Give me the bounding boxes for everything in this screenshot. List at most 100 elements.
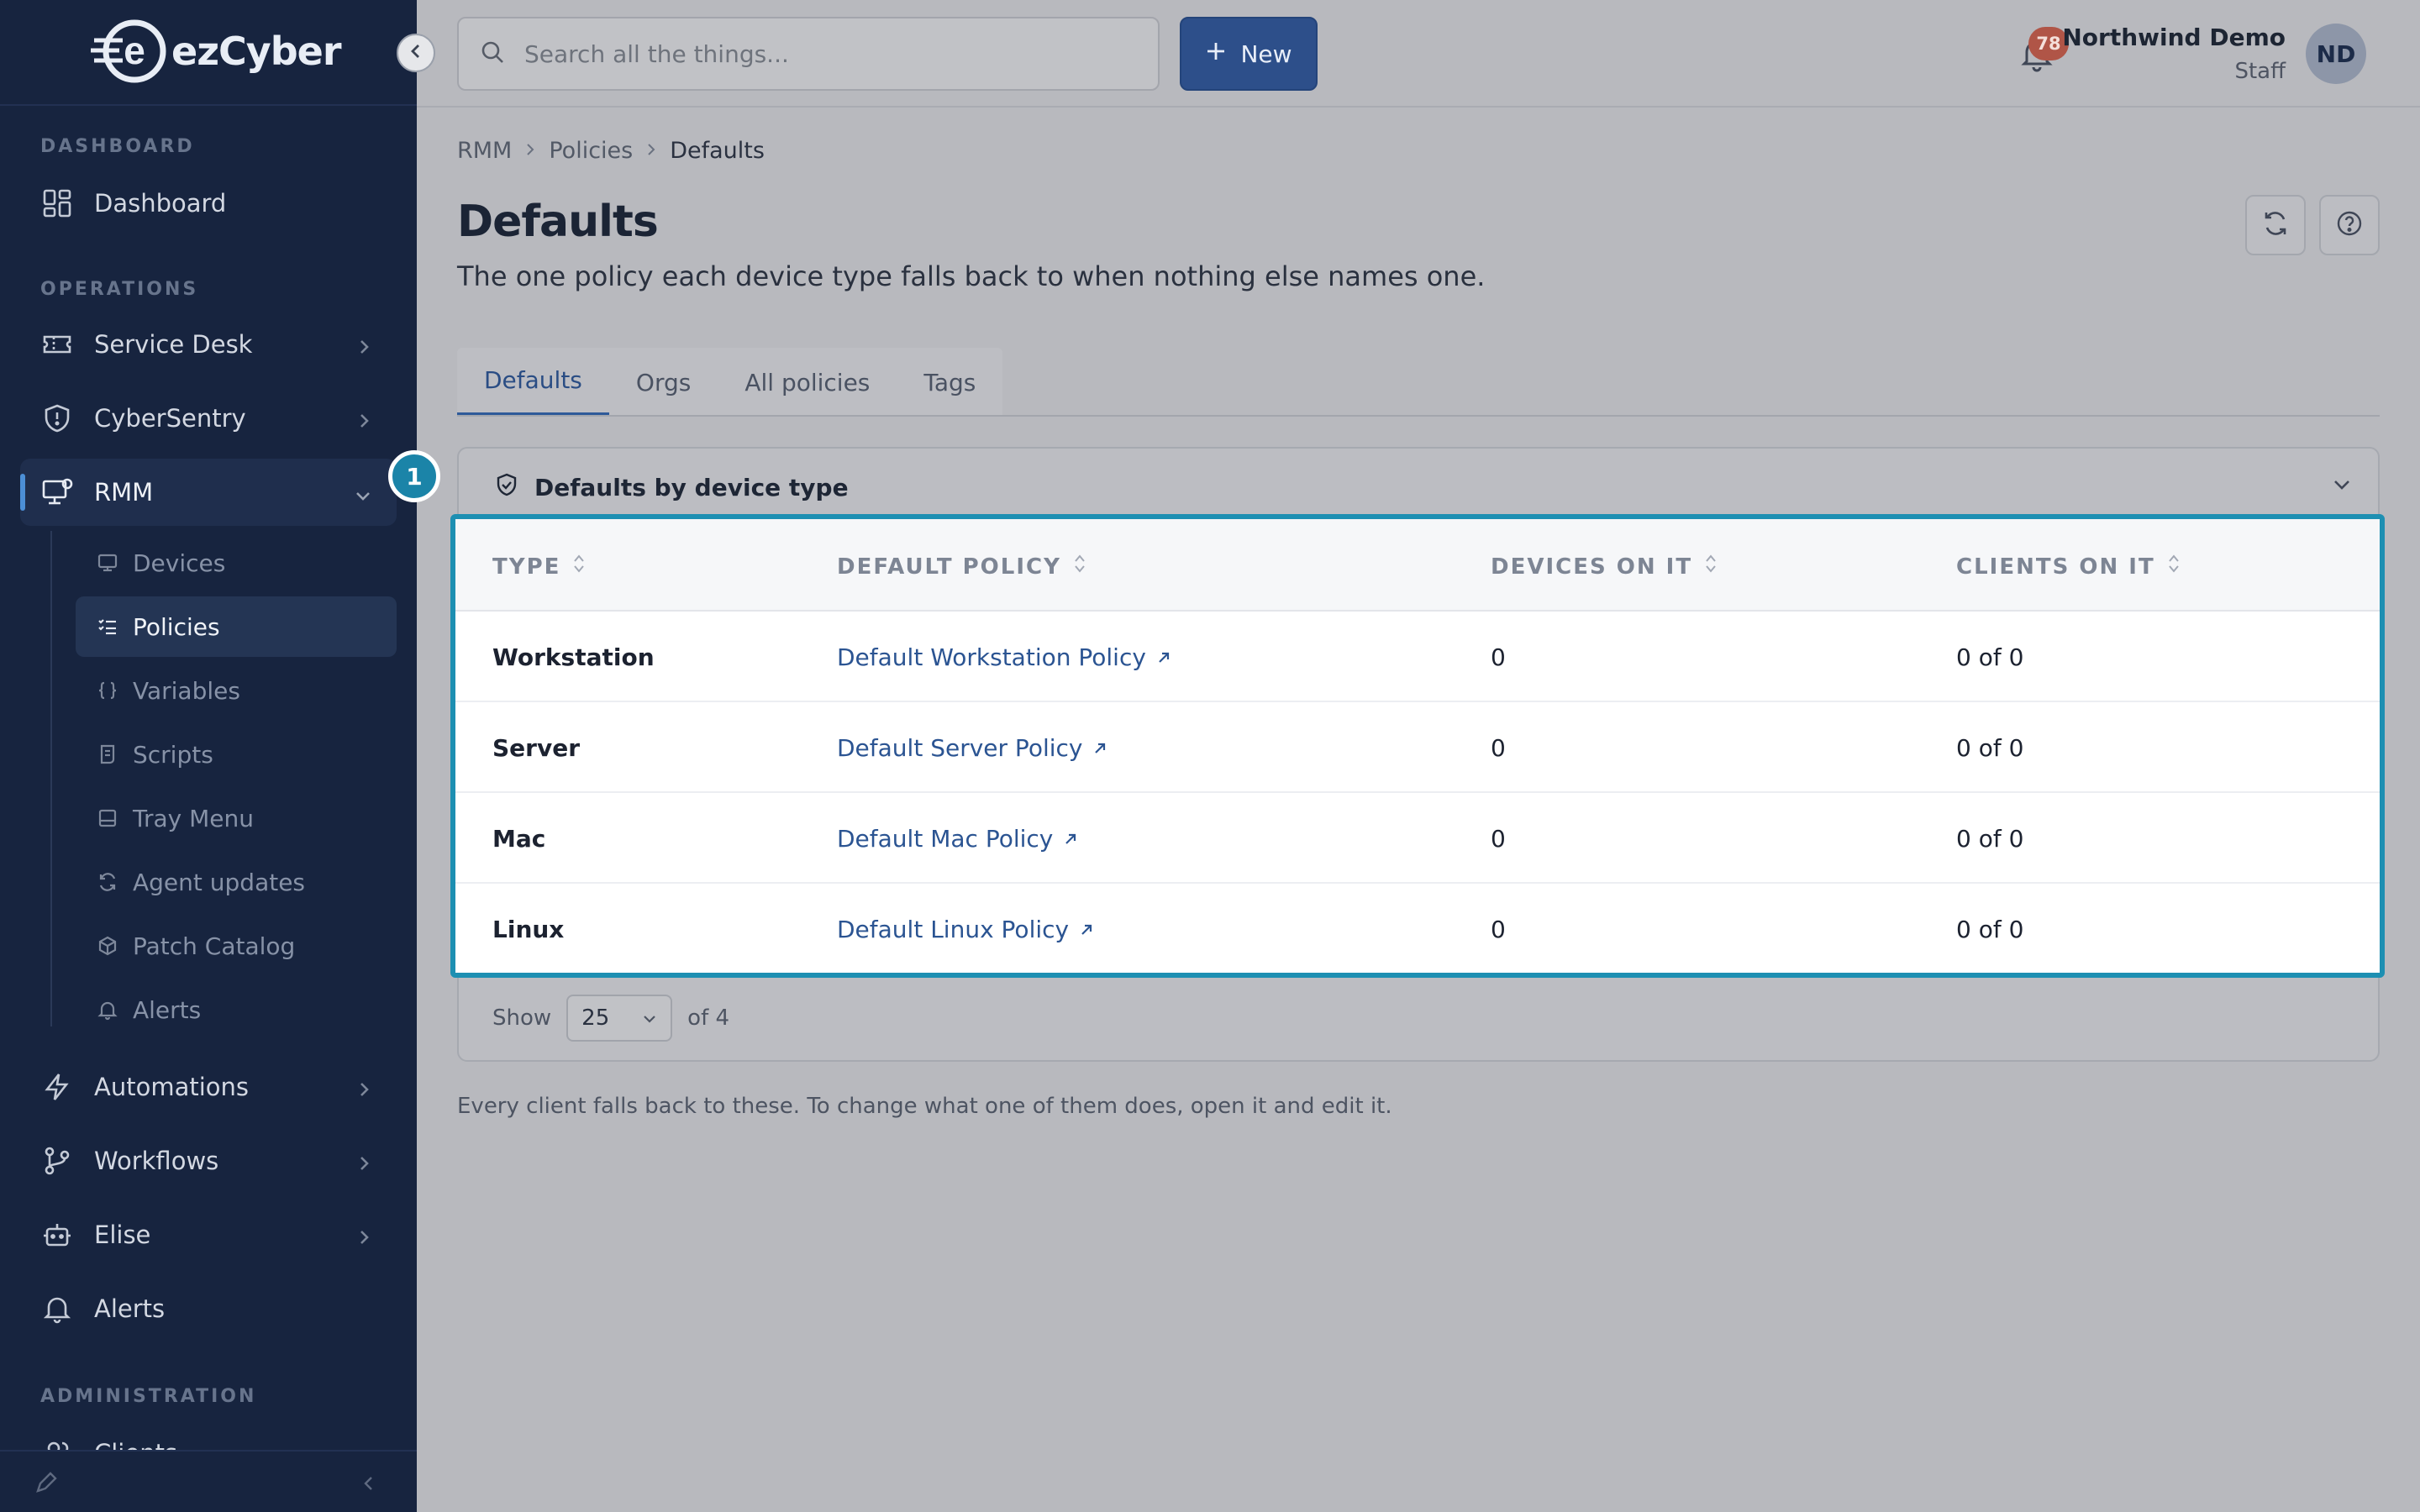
chevron-right-icon [523, 138, 537, 164]
shield-alert-icon [40, 402, 74, 435]
sidebar-collapse-button[interactable] [397, 34, 435, 72]
tab-all-policies[interactable]: All policies [718, 348, 897, 417]
breadcrumb-item-policies[interactable]: Policies [549, 138, 633, 164]
chevron-right-icon [356, 1151, 373, 1179]
brand-logo[interactable]: e ezCyber [91, 18, 342, 84]
column-header-default-policy[interactable]: DEFAULT POLICY [837, 553, 1086, 580]
column-header-label: DEFAULT POLICY [837, 554, 1061, 580]
cell-type: Linux [492, 916, 565, 943]
brand-name: ezCyber [171, 29, 342, 74]
sidebar-subitem-variables[interactable]: Variables [76, 660, 397, 721]
cell-devices: 0 [1491, 643, 1506, 671]
external-arrow-icon [1079, 916, 1094, 943]
breadcrumb-item-rmm[interactable]: RMM [457, 138, 512, 164]
chevron-right-icon [644, 138, 658, 164]
sidebar-item-label: RMM [94, 478, 154, 507]
edit-pencil-icon[interactable] [34, 1470, 59, 1499]
sidebar-subitem-devices[interactable]: Devices [76, 533, 397, 593]
sidebar-item-elise[interactable]: Elise [20, 1201, 397, 1268]
breadcrumb: RMM Policies Defaults [457, 138, 765, 164]
sidebar-item-automations[interactable]: Automations [20, 1053, 397, 1121]
sidebar-item-workflows[interactable]: Workflows [20, 1127, 397, 1194]
pager-total: of 4 [687, 1005, 730, 1031]
help-circle-icon [2335, 209, 2364, 241]
sidebar-item-cybersentry[interactable]: CyberSentry [20, 385, 397, 452]
sort-icon [2167, 553, 2181, 580]
cell-devices: 0 [1491, 825, 1506, 853]
footnote: Every client falls back to these. To cha… [457, 1094, 1392, 1119]
search-box[interactable] [457, 17, 1160, 91]
card-title: Defaults by device type [534, 474, 849, 501]
sidebar-item-label: Service Desk [94, 330, 253, 359]
sidebar-subitem-alerts[interactable]: Alerts [76, 979, 397, 1040]
table-header: TYPE DEFAULT POLICY DEVICES ON IT CLIENT… [455, 519, 2380, 612]
page-size-select[interactable]: 25 [566, 995, 673, 1042]
policy-link[interactable]: Default Server Policy [837, 734, 1107, 762]
sidebar-subitem-scripts[interactable]: Scripts [76, 724, 397, 785]
sidebar-item-dashboard[interactable]: Dashboard [20, 170, 397, 237]
sidebar-item-label: Workflows [94, 1147, 219, 1175]
sidebar-item-label: Alerts [94, 1294, 166, 1323]
braces-icon [96, 679, 119, 702]
collapse-chevron-left-icon[interactable] [360, 1473, 376, 1497]
sidebar-subitem-agent-updates[interactable]: Agent updates [76, 852, 397, 912]
column-header-type[interactable]: TYPE [492, 553, 586, 580]
tab-defaults[interactable]: Defaults [457, 348, 609, 417]
chevron-right-icon [356, 1225, 373, 1253]
table-row[interactable]: Linux Default Linux Policy 0 0 of 0 [455, 884, 2380, 973]
tab-orgs[interactable]: Orgs [609, 348, 718, 417]
active-indicator [20, 474, 25, 511]
page-size-value: 25 [581, 1005, 610, 1031]
card-header[interactable]: Defaults by device type [494, 472, 849, 503]
sidebar-subitem-label: Policies [133, 612, 220, 641]
ticket-icon [40, 328, 74, 361]
user-name[interactable]: Northwind Demo [2062, 24, 2286, 51]
search-icon [479, 39, 506, 69]
chevron-down-icon [353, 482, 373, 511]
column-header-label: DEVICES ON IT [1491, 554, 1693, 580]
new-button[interactable]: New [1180, 17, 1318, 91]
sidebar-subitem-label: Agent updates [133, 868, 306, 896]
tab-bar: Defaults Orgs All policies Tags [457, 348, 1003, 417]
column-header-clients[interactable]: CLIENTS ON IT [1956, 553, 2181, 580]
avatar[interactable]: ND [2306, 24, 2366, 84]
sidebar-subitem-label: Patch Catalog [133, 932, 296, 960]
sort-icon [1073, 553, 1086, 580]
table-row[interactable]: Workstation Default Workstation Policy 0… [455, 612, 2380, 702]
scroll-icon [96, 743, 119, 766]
table-row[interactable]: Mac Default Mac Policy 0 0 of 0 [455, 793, 2380, 884]
section-label-operations: OPERATIONS [40, 279, 199, 300]
brand-logo-icon: e [91, 18, 168, 84]
tab-tags[interactable]: Tags [897, 348, 1002, 417]
help-button[interactable] [2319, 195, 2380, 255]
chevron-right-icon [356, 408, 373, 437]
sidebar-item-rmm[interactable]: RMM [20, 459, 397, 526]
sidebar-item-alerts[interactable]: Alerts [20, 1275, 397, 1342]
svg-text:e: e [124, 29, 145, 72]
policy-link[interactable]: Default Workstation Policy [837, 643, 1171, 671]
monitor-icon [96, 551, 119, 575]
defaults-table: TYPE DEFAULT POLICY DEVICES ON IT CLIENT… [450, 514, 2385, 978]
cell-clients: 0 of 0 [1956, 825, 2024, 853]
cell-devices: 0 [1491, 916, 1506, 943]
sidebar-subitem-policies[interactable]: Policies [76, 596, 397, 657]
sidebar-item-service-desk[interactable]: Service Desk [20, 311, 397, 378]
external-arrow-icon [1092, 734, 1107, 762]
table-row[interactable]: Server Default Server Policy 0 0 of 0 [455, 702, 2380, 793]
sidebar-subitem-tray-menu[interactable]: Tray Menu [76, 788, 397, 848]
sort-icon [1704, 553, 1718, 580]
bell-icon [40, 1292, 74, 1326]
cell-clients: 0 of 0 [1956, 734, 2024, 762]
cell-devices: 0 [1491, 734, 1506, 762]
lightning-icon [40, 1070, 74, 1104]
policy-link[interactable]: Default Mac Policy [837, 825, 1078, 853]
refresh-button[interactable] [2245, 195, 2306, 255]
sidebar-subitem-patch-catalog[interactable]: Patch Catalog [76, 916, 397, 976]
policy-link[interactable]: Default Linux Policy [837, 916, 1094, 943]
column-header-devices[interactable]: DEVICES ON IT [1491, 553, 1718, 580]
search-input[interactable] [524, 39, 1113, 68]
sidebar-item-label: Automations [94, 1073, 250, 1101]
page-subtitle: The one policy each device type falls ba… [457, 260, 1486, 292]
chevron-down-icon[interactable] [2331, 475, 2353, 497]
git-branch-icon [40, 1144, 74, 1178]
